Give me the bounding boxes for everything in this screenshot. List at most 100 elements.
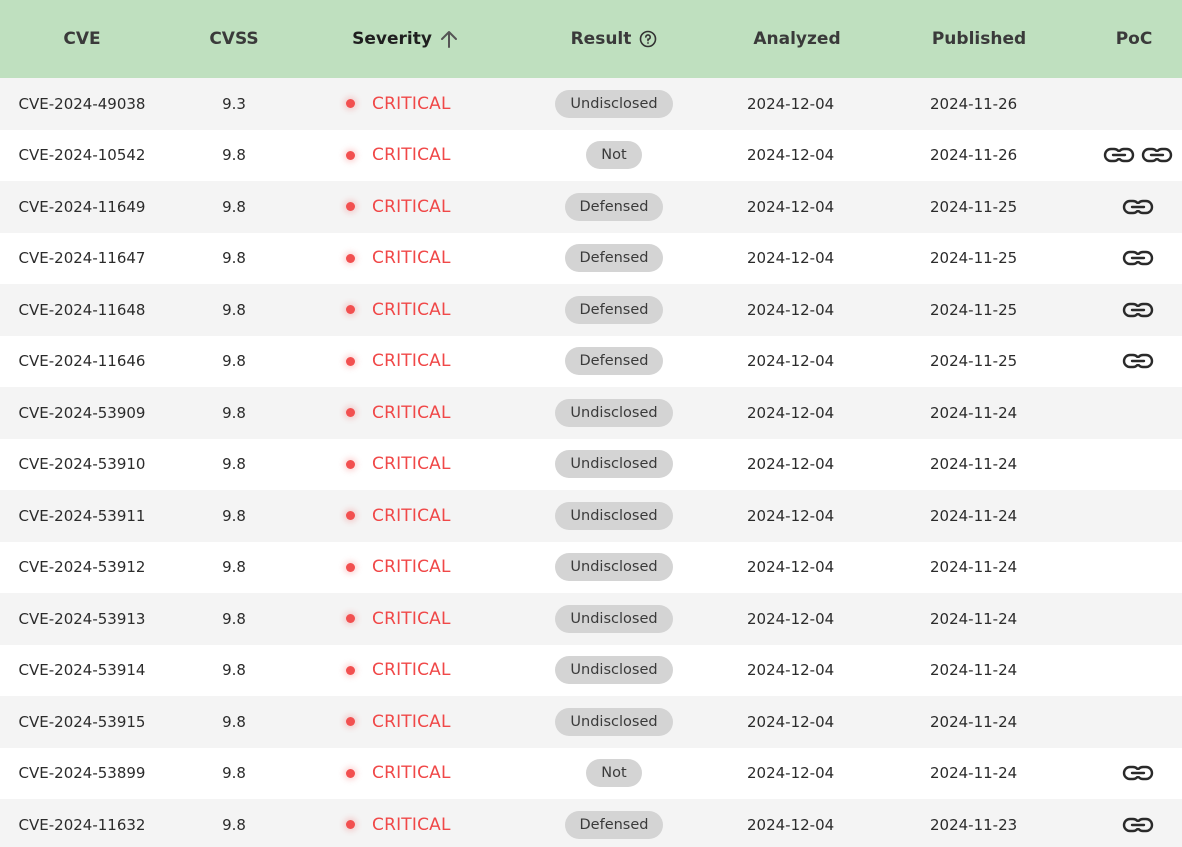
severity-dot-icon: [346, 99, 355, 109]
cve-id-cell[interactable]: CVE-2024-49038: [0, 78, 164, 130]
analyzed-date: 2024-12-04: [747, 403, 835, 422]
severity-cell: CRITICAL: [304, 439, 506, 491]
cvss-cell: 9.8: [164, 181, 304, 233]
result-cell: Defensed: [506, 181, 722, 233]
published-cell: 2024-11-25: [872, 284, 1086, 336]
severity-label: CRITICAL: [372, 145, 451, 166]
table-row[interactable]: CVE-2024-53899 9.8 CRITICAL Not 2024-12-04 20…: [0, 747, 1182, 800]
poc-cell: [1086, 78, 1182, 130]
cve-id-cell[interactable]: CVE-2024-10542: [0, 130, 164, 182]
link-icon[interactable]: [1122, 352, 1154, 370]
published-date: 2024-11-24: [930, 403, 1018, 422]
analyzed-cell: 2024-12-04: [722, 696, 872, 748]
link-icon[interactable]: [1122, 249, 1154, 267]
result-cell: Undisclosed: [506, 593, 722, 645]
cvss-cell: 9.8: [164, 542, 304, 594]
analyzed-date: 2024-12-04: [747, 506, 835, 525]
result-cell: Defensed: [506, 799, 722, 847]
link-icon[interactable]: [1122, 816, 1154, 834]
table-row[interactable]: CVE-2024-11646 9.8 CRITICAL Defensed 2024-12…: [0, 335, 1182, 388]
table-row[interactable]: CVE-2024-53909 9.8 CRITICAL Undisclosed 2024…: [0, 387, 1182, 439]
table-row[interactable]: CVE-2024-53915 9.8 CRITICAL Undisclosed 2024…: [0, 696, 1182, 748]
cve-id-cell[interactable]: CVE-2024-53911: [0, 490, 164, 542]
published-cell: 2024-11-24: [872, 593, 1086, 645]
severity-label: CRITICAL: [372, 196, 451, 217]
column-header-poc[interactable]: PoC: [1086, 0, 1182, 78]
column-header-result[interactable]: Result: [506, 0, 722, 78]
severity-dot-icon: [346, 511, 355, 521]
column-header-cve[interactable]: CVE: [0, 0, 164, 78]
severity-cell: CRITICAL: [304, 284, 506, 336]
cve-id[interactable]: CVE-2024-11646: [19, 352, 146, 370]
published-date: 2024-11-24: [930, 712, 1018, 731]
column-header-analyzed[interactable]: Analyzed: [722, 0, 872, 78]
analyzed-cell: 2024-12-04: [722, 336, 872, 388]
cve-id[interactable]: CVE-2024-53914: [19, 661, 146, 679]
cvss-score: 9.8: [222, 403, 246, 422]
cve-id[interactable]: CVE-2024-11647: [19, 249, 146, 267]
analyzed-cell: 2024-12-04: [722, 387, 872, 439]
cve-id-cell[interactable]: CVE-2024-53913: [0, 593, 164, 645]
column-header-published[interactable]: Published: [872, 0, 1086, 78]
column-header-severity[interactable]: Severity: [304, 0, 506, 78]
cve-id-cell[interactable]: CVE-2024-53912: [0, 542, 164, 594]
severity-label: CRITICAL: [372, 557, 451, 578]
cve-id-cell[interactable]: CVE-2024-11649: [0, 181, 164, 233]
cve-id[interactable]: CVE-2024-53910: [19, 455, 146, 473]
link-icon[interactable]: [1141, 146, 1173, 164]
cve-id[interactable]: CVE-2024-53899: [19, 764, 146, 782]
severity-dot-icon: [346, 305, 355, 315]
cve-id-cell[interactable]: CVE-2024-53915: [0, 696, 164, 748]
cve-id-cell[interactable]: CVE-2024-11647: [0, 233, 164, 285]
cve-id-cell[interactable]: CVE-2024-53914: [0, 645, 164, 697]
cve-id-cell[interactable]: CVE-2024-11632: [0, 799, 164, 847]
analyzed-cell: 2024-12-04: [722, 284, 872, 336]
cve-id[interactable]: CVE-2024-53909: [19, 404, 146, 422]
table-row[interactable]: CVE-2024-53911 9.8 CRITICAL Undisclosed 2024…: [0, 490, 1182, 542]
published-date: 2024-11-24: [930, 661, 1018, 680]
cve-id[interactable]: CVE-2024-10542: [19, 146, 146, 164]
table-row[interactable]: CVE-2024-49038 9.3 CRITICAL Undisclosed 2024…: [0, 78, 1182, 130]
cve-id[interactable]: CVE-2024-53912: [19, 558, 146, 576]
cvss-cell: 9.8: [164, 593, 304, 645]
cve-id[interactable]: CVE-2024-49038: [19, 95, 146, 113]
link-icon[interactable]: [1122, 301, 1154, 319]
column-header-label: CVSS: [209, 29, 259, 49]
cve-id-cell[interactable]: CVE-2024-53909: [0, 387, 164, 439]
cvss-cell: 9.8: [164, 130, 304, 182]
column-header-cvss[interactable]: CVSS: [164, 0, 304, 78]
published-date: 2024-11-25: [930, 197, 1018, 216]
cvss-cell: 9.8: [164, 696, 304, 748]
table-row[interactable]: CVE-2024-11649 9.8 CRITICAL Defensed 2024-12…: [0, 181, 1182, 233]
cvss-score: 9.8: [222, 661, 246, 680]
link-icon[interactable]: [1122, 764, 1154, 782]
severity-cell: CRITICAL: [304, 336, 506, 388]
question-circle-icon[interactable]: [639, 30, 657, 48]
table-row[interactable]: CVE-2024-53910 9.8 CRITICAL Undisclosed 2024…: [0, 438, 1182, 491]
table-row[interactable]: CVE-2024-53912 9.8 CRITICAL Undisclosed 2024…: [0, 541, 1182, 594]
result-badge: Not: [586, 759, 642, 788]
link-icon[interactable]: [1122, 198, 1154, 216]
cve-id[interactable]: CVE-2024-53911: [19, 507, 146, 525]
cve-id[interactable]: CVE-2024-11649: [19, 198, 146, 216]
cve-id[interactable]: CVE-2024-53913: [19, 610, 146, 628]
cve-id[interactable]: CVE-2024-11632: [19, 816, 146, 834]
cve-id-cell[interactable]: CVE-2024-11646: [0, 336, 164, 388]
table-row[interactable]: CVE-2024-11632 9.8 CRITICAL Defensed 2024-12…: [0, 799, 1182, 847]
table-row[interactable]: CVE-2024-53913 9.8 CRITICAL Undisclosed 2024…: [0, 593, 1182, 645]
cvss-cell: 9.8: [164, 387, 304, 439]
published-cell: 2024-11-24: [872, 439, 1086, 491]
cve-id-cell[interactable]: CVE-2024-53899: [0, 748, 164, 800]
link-icon[interactable]: [1103, 146, 1135, 164]
cve-id[interactable]: CVE-2024-53915: [19, 713, 146, 731]
cve-id-cell[interactable]: CVE-2024-11648: [0, 284, 164, 336]
arrow-up-icon[interactable]: [440, 29, 458, 49]
table-row[interactable]: CVE-2024-53914 9.8 CRITICAL Undisclosed 2024…: [0, 644, 1182, 697]
cve-id-cell[interactable]: CVE-2024-53910: [0, 439, 164, 491]
table-row[interactable]: CVE-2024-10542 9.8 CRITICAL Not 2024-12-04 20…: [0, 129, 1182, 182]
table-row[interactable]: CVE-2024-11648 9.8 CRITICAL Defensed 2024-12…: [0, 284, 1182, 336]
table-row[interactable]: CVE-2024-11647 9.8 CRITICAL Defensed 2024-12…: [0, 232, 1182, 285]
cvss-score: 9.8: [222, 455, 246, 474]
cve-id[interactable]: CVE-2024-11648: [19, 301, 146, 319]
cvss-score: 9.8: [222, 609, 246, 628]
